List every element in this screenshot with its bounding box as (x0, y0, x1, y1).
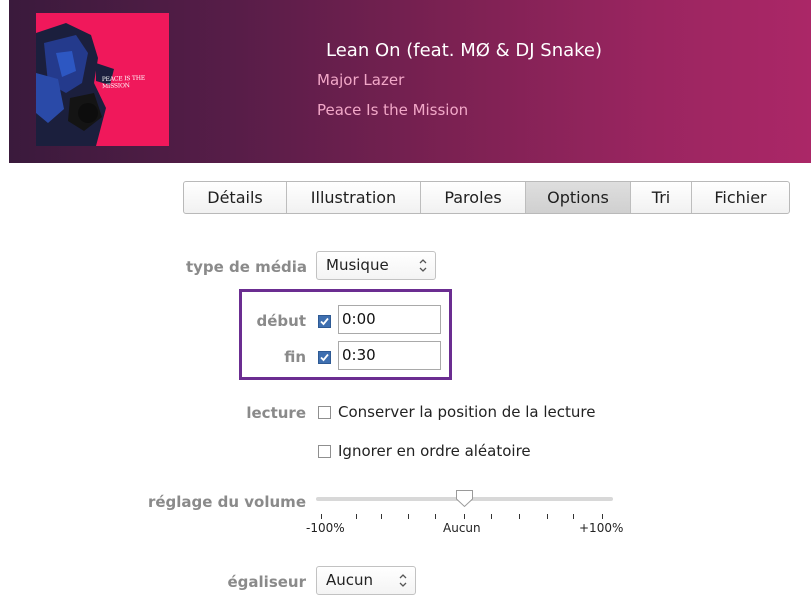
playback-label: lecture (246, 404, 306, 422)
volume-tick (519, 514, 520, 519)
equalizer-select[interactable]: Aucun (316, 566, 416, 595)
track-artist: Major Lazer (317, 71, 405, 89)
equalizer-value: Aucun (326, 571, 374, 589)
album-artwork: PEACE IS THE MISSION (36, 13, 169, 146)
media-type-select[interactable]: Musique (316, 251, 436, 280)
volume-tick (321, 514, 322, 519)
tab-file[interactable]: Fichier (691, 182, 789, 213)
tab-lyrics[interactable]: Paroles (420, 182, 525, 213)
media-type-value: Musique (326, 256, 389, 274)
up-down-chevron-icon (399, 574, 407, 587)
volume-tick (435, 514, 436, 519)
tab-artwork[interactable]: Illustration (286, 182, 420, 213)
end-checkbox[interactable] (318, 351, 331, 364)
volume-tick (464, 514, 465, 519)
info-tabs: Détails Illustration Paroles Options Tri… (183, 181, 790, 214)
start-time-field[interactable]: 0:00 (338, 305, 441, 334)
skip-shuffle-checkbox[interactable] (318, 445, 331, 458)
volume-mid-label: Aucun (443, 521, 481, 535)
checkmark-icon (320, 353, 329, 362)
equalizer-label: égaliseur (227, 573, 307, 591)
start-label: début (256, 312, 307, 330)
up-down-chevron-icon (419, 259, 427, 272)
start-checkbox[interactable] (318, 315, 331, 328)
volume-tick (491, 514, 492, 519)
track-album: Peace Is the Mission (317, 101, 469, 119)
volume-min-label: -100% (306, 521, 345, 535)
tab-details[interactable]: Détails (184, 182, 286, 213)
track-header: PEACE IS THE MISSION Lean On (feat. MØ &… (9, 0, 811, 163)
tab-options[interactable]: Options (525, 182, 630, 213)
checkmark-icon (320, 317, 329, 326)
volume-slider-thumb[interactable] (455, 489, 474, 508)
tab-sorting[interactable]: Tri (630, 182, 691, 213)
remember-position-checkbox[interactable] (318, 406, 331, 419)
volume-tick (381, 514, 382, 519)
album-artwork-title: PEACE IS THE MISSION (101, 74, 146, 91)
volume-tick (408, 514, 409, 519)
volume-max-label: +100% (579, 521, 624, 535)
track-title: Lean On (feat. MØ & DJ Snake) (326, 40, 603, 61)
end-time-field[interactable]: 0:30 (338, 341, 441, 370)
remember-position-label: Conserver la position de la lecture (338, 403, 596, 421)
volume-tick (547, 514, 548, 519)
skip-shuffle-label: Ignorer en ordre aléatoire (338, 442, 531, 460)
volume-label: réglage du volume (147, 493, 306, 511)
volume-tick (356, 514, 357, 519)
end-label: fin (284, 348, 306, 366)
media-type-label: type de média (185, 258, 307, 276)
volume-tick (573, 514, 574, 519)
volume-tick (602, 514, 603, 519)
